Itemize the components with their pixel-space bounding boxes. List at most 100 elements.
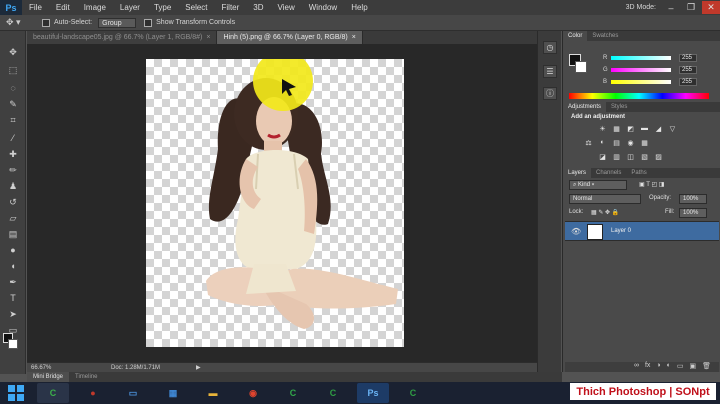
menu-select[interactable]: Select: [178, 3, 214, 12]
menu-type[interactable]: Type: [147, 3, 178, 12]
menu-edit[interactable]: Edit: [49, 3, 77, 12]
new-group-icon[interactable]: ▭: [677, 362, 684, 372]
color-slider-r[interactable]: R 255: [603, 54, 719, 62]
color-lookup-adjustment-icon[interactable]: ▦: [639, 138, 650, 147]
tab-paths[interactable]: Paths: [626, 168, 651, 178]
tab-adjustments[interactable]: Adjustments: [563, 102, 607, 112]
gradient-map-adjustment-icon[interactable]: ▧: [639, 152, 650, 161]
new-layer-icon[interactable]: ▣: [689, 362, 696, 372]
camtasia-studio-icon[interactable]: C: [397, 383, 429, 403]
paint-icon[interactable]: ●: [77, 383, 109, 403]
zoom-level[interactable]: 66.67%: [27, 365, 59, 371]
b-value[interactable]: 255: [679, 78, 697, 86]
monitor-icon[interactable]: ▭: [117, 383, 149, 403]
auto-select-checkbox[interactable]: [42, 18, 50, 27]
fill-field[interactable]: 100%: [679, 208, 707, 218]
tab-timeline[interactable]: Timeline: [69, 372, 103, 382]
menu-layer[interactable]: Layer: [113, 3, 147, 12]
show-transform-checkbox[interactable]: [144, 18, 153, 27]
background-color-swatch[interactable]: [8, 339, 18, 349]
clone-stamp-tool-icon[interactable]: ♟: [5, 179, 21, 193]
crop-tool-icon[interactable]: ⌗: [5, 113, 21, 127]
lasso-tool-icon[interactable]: ◌: [5, 81, 21, 95]
selective-color-adjustment-icon[interactable]: ▨: [653, 152, 664, 161]
photoshop-logo[interactable]: Ps: [0, 0, 22, 15]
color-background-swatch[interactable]: [575, 61, 587, 73]
tab-swatches[interactable]: Swatches: [587, 31, 623, 41]
tab-close-icon[interactable]: ×: [206, 34, 210, 41]
menu-3d[interactable]: 3D: [246, 3, 270, 12]
camtasia-recorder-icon[interactable]: C: [277, 383, 309, 403]
gradient-tool-icon[interactable]: ▤: [5, 227, 21, 241]
dodge-tool-icon[interactable]: ◖: [5, 259, 21, 273]
maximize-button[interactable]: ❐: [682, 1, 700, 14]
tab-channels[interactable]: Channels: [591, 168, 626, 178]
lock-icons[interactable]: ▦ ✎ ✥ 🔒: [591, 209, 619, 216]
menu-file[interactable]: File: [22, 3, 49, 12]
invert-adjustment-icon[interactable]: ◪: [597, 152, 608, 161]
menu-view[interactable]: View: [271, 3, 302, 12]
exposure-adjustment-icon[interactable]: ▬: [639, 124, 650, 133]
auto-select-dropdown[interactable]: Group: [98, 17, 137, 28]
color-spectrum-bar[interactable]: [569, 93, 709, 99]
tab-mini-bridge[interactable]: Mini Bridge: [27, 372, 70, 382]
brightness-adjustment-icon[interactable]: ☀: [597, 124, 608, 133]
color-slider-g[interactable]: G 255: [603, 66, 719, 74]
color-balance-adjustment-icon[interactable]: ⚖: [583, 138, 594, 147]
layer-mask-icon[interactable]: ◑: [656, 362, 660, 372]
brush-tool-icon[interactable]: ✏: [5, 163, 21, 177]
blur-tool-icon[interactable]: ●: [5, 243, 21, 257]
menu-help[interactable]: Help: [344, 3, 374, 12]
layer-row-layer-0[interactable]: 👁 Layer 0: [565, 221, 719, 241]
visibility-eye-icon[interactable]: 👁: [571, 227, 581, 236]
layer-filter-icons[interactable]: ▣ T ◰ ◨: [639, 181, 664, 188]
healing-brush-tool-icon[interactable]: ✚: [5, 147, 21, 161]
control-panel-icon[interactable]: ▦: [157, 383, 189, 403]
tab-hinh[interactable]: Hinh (5).png @ 66.7% (Layer 0, RGB/8) ×: [217, 31, 363, 44]
g-value[interactable]: 255: [679, 66, 697, 74]
quick-select-tool-icon[interactable]: ✎: [5, 97, 21, 111]
tab-layers[interactable]: Layers: [563, 168, 592, 178]
close-button[interactable]: ✕: [702, 1, 720, 14]
black-white-adjustment-icon[interactable]: ◐: [597, 138, 608, 147]
tab-styles[interactable]: Styles: [606, 102, 632, 112]
move-tool-icon[interactable]: ✥: [5, 45, 21, 59]
menu-image[interactable]: Image: [77, 3, 113, 12]
tab-close-icon[interactable]: ×: [352, 34, 356, 41]
marquee-tool-icon[interactable]: ⬚: [5, 63, 21, 77]
tab-color[interactable]: Color: [563, 31, 588, 41]
properties-panel-icon[interactable]: ☰: [543, 65, 557, 78]
r-value[interactable]: 255: [679, 54, 697, 62]
chrome-icon[interactable]: ◉: [237, 383, 269, 403]
curves-adjustment-icon[interactable]: ◩: [625, 124, 636, 133]
tab-landscape[interactable]: beautiful-landscape05.jpg @ 66.7% (Layer…: [27, 31, 218, 44]
vibrance-adjustment-icon[interactable]: ◢: [653, 124, 664, 133]
layer-style-icon[interactable]: fx: [645, 362, 650, 372]
status-menu-arrow-icon[interactable]: ▶: [196, 364, 201, 371]
hue-saturation-adjustment-icon[interactable]: ▽: [667, 124, 678, 133]
photo-filter-adjustment-icon[interactable]: ▤: [611, 138, 622, 147]
opacity-field[interactable]: 100%: [679, 194, 707, 204]
r-slider[interactable]: [611, 56, 671, 60]
menu-filter[interactable]: Filter: [215, 3, 247, 12]
link-layers-icon[interactable]: ∞: [634, 362, 639, 372]
move-tool-preset-icon[interactable]: ✥ ▾: [6, 17, 34, 29]
b-slider[interactable]: [611, 80, 671, 84]
posterize-adjustment-icon[interactable]: ▥: [611, 152, 622, 161]
delete-layer-icon[interactable]: 🗑: [702, 362, 711, 372]
adjustment-layer-icon[interactable]: ◐: [667, 362, 671, 372]
info-panel-icon[interactable]: ⓘ: [543, 87, 557, 100]
type-tool-icon[interactable]: T: [5, 291, 21, 305]
eraser-tool-icon[interactable]: ▱: [5, 211, 21, 225]
g-slider[interactable]: [611, 68, 671, 72]
pen-tool-icon[interactable]: ✒: [5, 275, 21, 289]
levels-adjustment-icon[interactable]: ▦: [611, 124, 622, 133]
windows-start-icon[interactable]: [2, 383, 29, 403]
minimize-button[interactable]: –: [662, 1, 680, 14]
threshold-adjustment-icon[interactable]: ◫: [625, 152, 636, 161]
channel-mixer-adjustment-icon[interactable]: ◉: [625, 138, 636, 147]
image-canvas[interactable]: [146, 59, 404, 347]
photoshop-icon[interactable]: Ps: [357, 383, 389, 403]
eyedropper-tool-icon[interactable]: ⁄: [5, 131, 21, 145]
history-panel-icon[interactable]: ◷: [543, 41, 557, 54]
